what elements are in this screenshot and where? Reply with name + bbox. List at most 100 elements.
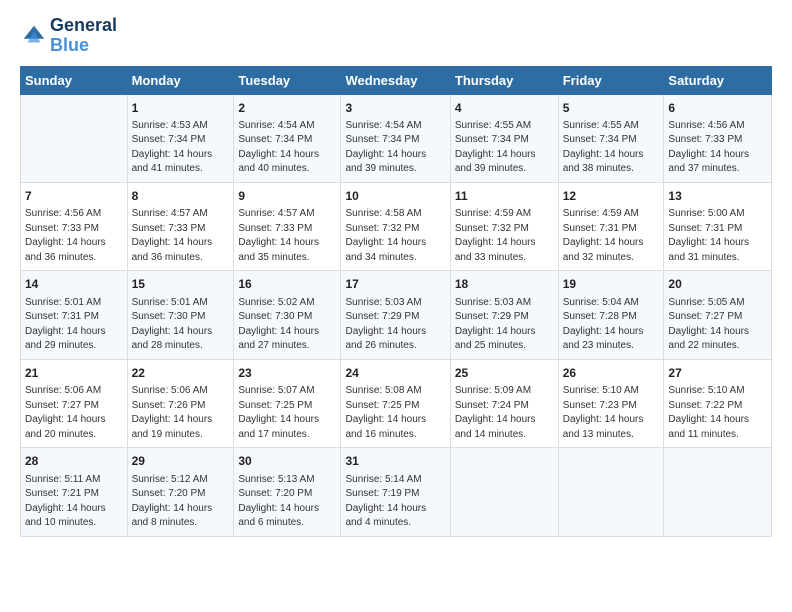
day-info: Sunrise: 5:01 AM Sunset: 7:30 PM Dayligh… [132, 296, 230, 354]
calendar-cell: 6 Sunrise: 4:56 AM Sunset: 7:33 PM Daylig… [664, 94, 772, 182]
day-info: Sunrise: 4:58 AM Sunset: 7:32 PM Dayligh… [345, 207, 445, 265]
week-row-3: 14 Sunrise: 5:01 AM Sunset: 7:31 PM Dayli… [21, 271, 772, 359]
day-number: 10 [345, 188, 445, 205]
day-info: Sunrise: 4:55 AM Sunset: 7:34 PM Dayligh… [563, 119, 660, 177]
logo: GeneralBlue [20, 16, 117, 56]
day-info: Sunrise: 5:05 AM Sunset: 7:27 PM Dayligh… [668, 296, 767, 354]
day-info: Sunrise: 5:06 AM Sunset: 7:27 PM Dayligh… [25, 384, 123, 442]
day-number: 8 [132, 188, 230, 205]
calendar-table: SundayMondayTuesdayWednesdayThursdayFrid… [20, 66, 772, 537]
day-info: Sunrise: 4:59 AM Sunset: 7:32 PM Dayligh… [455, 207, 554, 265]
day-number: 18 [455, 276, 554, 293]
logo-text: GeneralBlue [50, 16, 117, 56]
header-tuesday: Tuesday [234, 66, 341, 94]
day-info: Sunrise: 4:54 AM Sunset: 7:34 PM Dayligh… [238, 119, 336, 177]
day-info: Sunrise: 5:14 AM Sunset: 7:19 PM Dayligh… [345, 473, 445, 531]
calendar-cell: 4Sunrise: 4:55 AM Sunset: 7:34 PM Daylig… [450, 94, 558, 182]
day-number: 16 [238, 276, 336, 293]
day-info: Sunrise: 5:00 AM Sunset: 7:31 PM Dayligh… [668, 207, 767, 265]
day-number: 31 [345, 453, 445, 470]
day-number: 9 [238, 188, 336, 205]
day-number: 14 [25, 276, 123, 293]
calendar-cell: 18 Sunrise: 5:03 AM Sunset: 7:29 PM Dayli… [450, 271, 558, 359]
calendar-cell: 20 Sunrise: 5:05 AM Sunset: 7:27 PM Dayli… [664, 271, 772, 359]
day-number: 23 [238, 365, 336, 382]
page-header: GeneralBlue [20, 16, 772, 60]
header-friday: Friday [558, 66, 664, 94]
header-sunday: Sunday [21, 66, 128, 94]
calendar-cell: 5 Sunrise: 4:55 AM Sunset: 7:34 PM Daylig… [558, 94, 664, 182]
calendar-cell [21, 94, 128, 182]
calendar-cell: 3 Sunrise: 4:54 AM Sunset: 7:34 PM Daylig… [341, 94, 450, 182]
day-info: Sunrise: 5:08 AM Sunset: 7:25 PM Dayligh… [345, 384, 445, 442]
header-monday: Monday [127, 66, 234, 94]
calendar-cell [664, 448, 772, 536]
day-info: Sunrise: 4:57 AM Sunset: 7:33 PM Dayligh… [238, 207, 336, 265]
header-saturday: Saturday [664, 66, 772, 94]
calendar-cell: 13 Sunrise: 5:00 AM Sunset: 7:31 PM Dayli… [664, 182, 772, 270]
header-wednesday: Wednesday [341, 66, 450, 94]
day-info: Sunrise: 4:59 AM Sunset: 7:31 PM Dayligh… [563, 207, 660, 265]
day-info: Sunrise: 5:03 AM Sunset: 7:29 PM Dayligh… [345, 296, 445, 354]
day-number: 6 [668, 100, 767, 117]
day-number: 1 [132, 100, 230, 117]
day-number: 26 [563, 365, 660, 382]
day-info: Sunrise: 5:01 AM Sunset: 7:31 PM Dayligh… [25, 296, 123, 354]
calendar-cell [558, 448, 664, 536]
day-number: 30 [238, 453, 336, 470]
week-row-4: 21Sunrise: 5:06 AM Sunset: 7:27 PM Dayli… [21, 359, 772, 447]
calendar-cell: 22 Sunrise: 5:06 AM Sunset: 7:26 PM Dayli… [127, 359, 234, 447]
calendar-header: SundayMondayTuesdayWednesdayThursdayFrid… [21, 66, 772, 94]
calendar-cell: 19Sunrise: 5:04 AM Sunset: 7:28 PM Dayli… [558, 271, 664, 359]
calendar-cell [450, 448, 558, 536]
day-info: Sunrise: 5:10 AM Sunset: 7:23 PM Dayligh… [563, 384, 660, 442]
week-row-1: 1 Sunrise: 4:53 AM Sunset: 7:34 PM Daylig… [21, 94, 772, 182]
day-info: Sunrise: 5:11 AM Sunset: 7:21 PM Dayligh… [25, 473, 123, 531]
day-number: 27 [668, 365, 767, 382]
day-number: 2 [238, 100, 336, 117]
day-number: 22 [132, 365, 230, 382]
calendar-cell: 7 Sunrise: 4:56 AM Sunset: 7:33 PM Daylig… [21, 182, 128, 270]
calendar-cell: 1 Sunrise: 4:53 AM Sunset: 7:34 PM Daylig… [127, 94, 234, 182]
day-info: Sunrise: 4:57 AM Sunset: 7:33 PM Dayligh… [132, 207, 230, 265]
day-number: 25 [455, 365, 554, 382]
calendar-cell: 9 Sunrise: 4:57 AM Sunset: 7:33 PM Daylig… [234, 182, 341, 270]
day-info: Sunrise: 4:56 AM Sunset: 7:33 PM Dayligh… [668, 119, 767, 177]
calendar-cell: 2 Sunrise: 4:54 AM Sunset: 7:34 PM Daylig… [234, 94, 341, 182]
day-number: 13 [668, 188, 767, 205]
calendar-cell: 10 Sunrise: 4:58 AM Sunset: 7:32 PM Dayli… [341, 182, 450, 270]
day-number: 19 [563, 276, 660, 293]
calendar-cell: 23Sunrise: 5:07 AM Sunset: 7:25 PM Dayli… [234, 359, 341, 447]
day-info: Sunrise: 4:56 AM Sunset: 7:33 PM Dayligh… [25, 207, 123, 265]
day-number: 17 [345, 276, 445, 293]
calendar-cell: 27Sunrise: 5:10 AM Sunset: 7:22 PM Dayli… [664, 359, 772, 447]
week-row-2: 7 Sunrise: 4:56 AM Sunset: 7:33 PM Daylig… [21, 182, 772, 270]
day-info: Sunrise: 4:54 AM Sunset: 7:34 PM Dayligh… [345, 119, 445, 177]
day-number: 11 [455, 188, 554, 205]
calendar-cell: 29 Sunrise: 5:12 AM Sunset: 7:20 PM Dayli… [127, 448, 234, 536]
day-number: 24 [345, 365, 445, 382]
calendar-cell: 25 Sunrise: 5:09 AM Sunset: 7:24 PM Dayli… [450, 359, 558, 447]
day-info: Sunrise: 5:12 AM Sunset: 7:20 PM Dayligh… [132, 473, 230, 531]
day-info: Sunrise: 4:53 AM Sunset: 7:34 PM Dayligh… [132, 119, 230, 177]
day-info: Sunrise: 5:06 AM Sunset: 7:26 PM Dayligh… [132, 384, 230, 442]
calendar-cell: 30Sunrise: 5:13 AM Sunset: 7:20 PM Dayli… [234, 448, 341, 536]
calendar-cell: 31 Sunrise: 5:14 AM Sunset: 7:19 PM Dayli… [341, 448, 450, 536]
day-number: 29 [132, 453, 230, 470]
day-info: Sunrise: 5:03 AM Sunset: 7:29 PM Dayligh… [455, 296, 554, 354]
calendar-cell: 28Sunrise: 5:11 AM Sunset: 7:21 PM Dayli… [21, 448, 128, 536]
day-number: 3 [345, 100, 445, 117]
day-info: Sunrise: 5:02 AM Sunset: 7:30 PM Dayligh… [238, 296, 336, 354]
calendar-cell: 12 Sunrise: 4:59 AM Sunset: 7:31 PM Dayli… [558, 182, 664, 270]
calendar-cell: 24 Sunrise: 5:08 AM Sunset: 7:25 PM Dayli… [341, 359, 450, 447]
calendar-cell: 8 Sunrise: 4:57 AM Sunset: 7:33 PM Daylig… [127, 182, 234, 270]
day-number: 5 [563, 100, 660, 117]
day-info: Sunrise: 5:09 AM Sunset: 7:24 PM Dayligh… [455, 384, 554, 442]
day-number: 4 [455, 100, 554, 117]
day-number: 15 [132, 276, 230, 293]
day-number: 7 [25, 188, 123, 205]
header-thursday: Thursday [450, 66, 558, 94]
day-number: 20 [668, 276, 767, 293]
calendar-cell: 15 Sunrise: 5:01 AM Sunset: 7:30 PM Dayli… [127, 271, 234, 359]
day-number: 12 [563, 188, 660, 205]
